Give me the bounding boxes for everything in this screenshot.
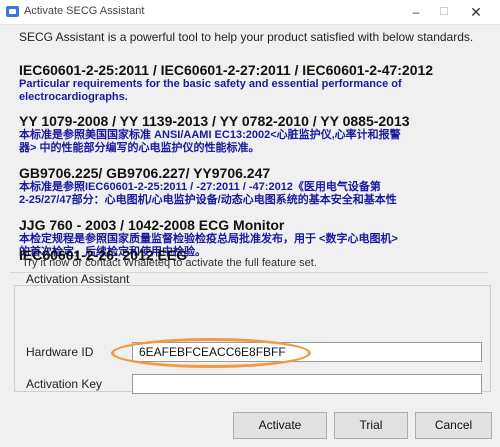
app-icon (6, 6, 19, 17)
standard-description-line: 2-25/27/47部分：心电图机/心电监护设备/动态心电图系统的基本安全和基本… (19, 194, 397, 206)
standard-title: GB9706.225/ GB9706.227/ YY9706.247 (19, 165, 271, 181)
minimize-button[interactable]: – (402, 2, 430, 22)
standard-block: GB9706.225/ GB9706.227/ YY9706.247 本标准是参… (19, 165, 397, 207)
standard-description-line: 本标准是参照IEC60601-2-25:2011 / -27:2011 / -4… (19, 181, 381, 193)
hardware-id-field[interactable] (132, 342, 482, 362)
activation-key-label: Activation Key (26, 377, 103, 391)
title-bar: Activate SECG Assistant – ☐ ✕ (0, 0, 500, 25)
activation-key-field[interactable] (132, 374, 482, 394)
standard-description-line: 器> 中的性能部分编写的心电监护仪的性能标准。 (19, 142, 260, 154)
activation-group-label: Activation Assistant (26, 272, 130, 286)
activate-button[interactable]: Activate (233, 412, 327, 439)
intro-text: SECG Assistant is a powerful tool to hel… (19, 30, 474, 44)
standard-block: IEC60601-2-25:2011 / IEC60601-2-27:2011 … (19, 62, 433, 104)
standard-description-line: Particular requirements for the basic sa… (19, 78, 402, 90)
trial-button[interactable]: Trial (334, 412, 408, 439)
standard-description-line: electrocardiographs. (19, 91, 128, 103)
cancel-button[interactable]: Cancel (415, 412, 492, 439)
standard-title: YY 1079-2008 / YY 1139-2013 / YY 0782-20… (19, 113, 410, 129)
hardware-id-label: Hardware ID (26, 345, 94, 359)
standard-block: YY 1079-2008 / YY 1139-2013 / YY 0782-20… (19, 113, 410, 155)
maximize-button[interactable]: ☐ (430, 2, 458, 22)
standard-title: IEC60601-2-25:2011 / IEC60601-2-27:2011 … (19, 62, 434, 78)
try-it-text: Try it now or contact Whaleteq to activa… (22, 257, 317, 269)
close-button[interactable]: ✕ (462, 2, 490, 22)
standard-description-line: 本标准是参照美国国家标准 ANSI/AAMI EC13:2002<心脏监护仪,心… (19, 129, 401, 141)
standard-title: JJG 760 - 2003 / 1042-2008 ECG Monitor (19, 217, 285, 233)
window-title: Activate SECG Assistant (24, 5, 145, 17)
standard-description-line: 本检定规程是参照国家质量监督检验检疫总局批准发布，用于 <数字心电图机> (19, 233, 398, 245)
